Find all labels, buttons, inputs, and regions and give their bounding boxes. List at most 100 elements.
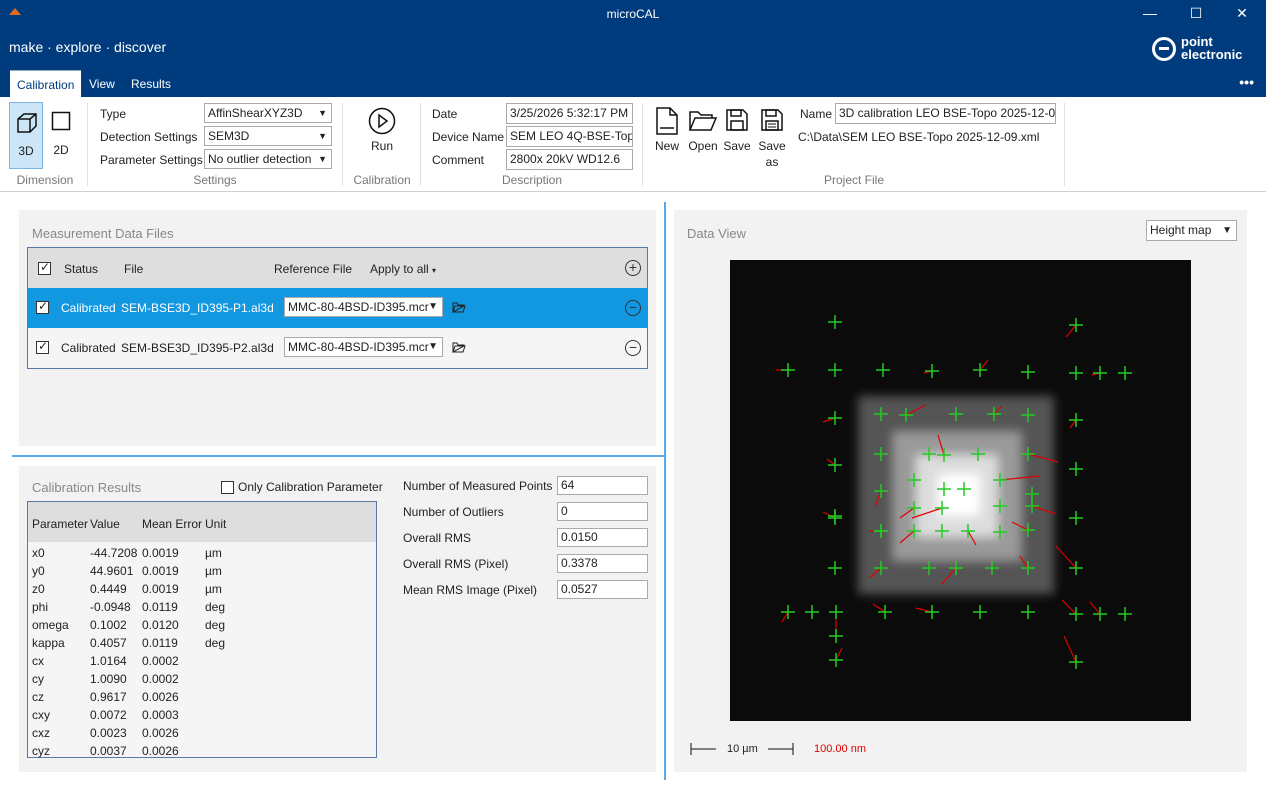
apply-to-all-button[interactable]: Apply to all ▾ bbox=[370, 262, 436, 276]
detection-settings-select[interactable]: SEM3D ▼ bbox=[204, 126, 332, 146]
type-value: AffinShearXYZ3D bbox=[208, 106, 303, 120]
remove-file-icon[interactable]: − bbox=[625, 340, 641, 356]
project-name-field[interactable]: 3D calibration LEO BSE-Topo 2025-12-09 bbox=[835, 103, 1056, 124]
close-button[interactable]: ✕ bbox=[1227, 4, 1257, 24]
project-file-group-caption: Project File bbox=[823, 173, 885, 187]
chevron-down-icon: ▼ bbox=[428, 341, 438, 352]
new-project-button[interactable]: New bbox=[652, 105, 682, 155]
row-checkbox[interactable] bbox=[36, 339, 49, 354]
save-as-button[interactable]: Save as bbox=[756, 105, 788, 171]
dimension-2d-button[interactable]: 2D bbox=[45, 102, 77, 169]
measurement-files-table: Status File Reference File Apply to all … bbox=[27, 247, 648, 369]
reference-file-value: MMC-80-4BSD-ID395.mcr bbox=[288, 300, 429, 314]
reference-file-select[interactable]: MMC-80-4BSD-ID395.mcr ▼ bbox=[284, 297, 443, 317]
stat-value-field[interactable]: 0.0527 bbox=[557, 580, 648, 599]
param-cell: z0 bbox=[32, 582, 45, 596]
save-label: Save bbox=[723, 139, 751, 153]
stat-value-field[interactable]: 64 bbox=[557, 476, 648, 495]
caret-down-icon: ▾ bbox=[432, 266, 437, 275]
new-label: New bbox=[654, 139, 679, 153]
chevron-down-icon: ▼ bbox=[1222, 225, 1232, 236]
value-cell: 0.0023 bbox=[90, 726, 127, 740]
parameter-settings-select[interactable]: No outlier detection ▼ bbox=[204, 149, 332, 169]
value-cell: -44.7208 bbox=[90, 546, 138, 560]
date-field[interactable]: 3/25/2026 5:32:17 PM bbox=[506, 103, 633, 124]
only-calibration-parameter-checkbox[interactable] bbox=[221, 481, 234, 494]
open-project-button[interactable]: Open bbox=[686, 105, 720, 155]
stat-label: Overall RMS (Pixel) bbox=[403, 557, 509, 571]
param-cell: cy bbox=[32, 672, 44, 686]
table-row: cx 1.0164 0.0002 bbox=[28, 654, 376, 672]
app-tagline: make · explore · discover bbox=[9, 39, 167, 55]
param-cell: cxz bbox=[32, 726, 50, 740]
tab-results[interactable]: Results bbox=[124, 70, 178, 97]
comment-field[interactable]: 2800x 20kV WD12.6 bbox=[506, 149, 633, 170]
add-file-icon[interactable]: + bbox=[625, 260, 641, 276]
ribbon-separator bbox=[1064, 103, 1065, 186]
results-table: Parameter Value Mean Error Unit x0 -44.72… bbox=[27, 501, 377, 758]
vertical-splitter[interactable] bbox=[664, 202, 666, 780]
device-name-field[interactable]: SEM LEO 4Q-BSE-Topo bbox=[506, 126, 633, 147]
stat-value-field[interactable]: 0.3378 bbox=[557, 554, 648, 573]
row-status: Calibrated bbox=[61, 341, 116, 355]
browse-folder-icon[interactable] bbox=[452, 302, 466, 313]
open-label: Open bbox=[688, 139, 718, 153]
browse-folder-icon[interactable] bbox=[452, 342, 466, 353]
save-project-button[interactable]: Save bbox=[722, 105, 752, 155]
column-status: Status bbox=[64, 262, 99, 276]
tab-calibration[interactable]: Calibration bbox=[10, 70, 82, 97]
dimension-group-caption: Dimension bbox=[16, 173, 74, 187]
row-file: SEM-BSE3D_ID395-P1.al3d bbox=[121, 301, 274, 315]
type-select[interactable]: AffinShearXYZ3D ▼ bbox=[204, 103, 332, 123]
stat-value-field[interactable]: 0.0150 bbox=[557, 528, 648, 547]
remove-file-icon[interactable]: − bbox=[625, 300, 641, 316]
height-map-view[interactable] bbox=[730, 260, 1191, 721]
table-row[interactable]: Calibrated SEM-BSE3D_ID395-P2.al3d MMC-8… bbox=[28, 328, 647, 368]
table-row[interactable]: Calibrated SEM-BSE3D_ID395-P1.al3d MMC-8… bbox=[28, 288, 647, 328]
minimize-button[interactable]: — bbox=[1135, 4, 1165, 24]
calibration-results-title: Calibration Results bbox=[32, 480, 142, 495]
run-button[interactable]: Run bbox=[360, 105, 404, 165]
apply-to-all-label: Apply to all bbox=[370, 262, 429, 276]
chevron-down-icon: ▼ bbox=[318, 131, 327, 141]
maximize-button[interactable]: ☐ bbox=[1181, 4, 1211, 24]
mean-error-cell: 0.0019 bbox=[142, 546, 179, 560]
param-cell: cz bbox=[32, 690, 44, 704]
mean-error-cell: 0.0026 bbox=[142, 690, 179, 704]
settings-group-caption: Settings bbox=[193, 173, 237, 187]
row-file: SEM-BSE3D_ID395-P2.al3d bbox=[121, 341, 274, 355]
more-options-icon[interactable]: ••• bbox=[1239, 74, 1254, 90]
mean-error-cell: 0.0120 bbox=[142, 618, 179, 632]
param-cell: x0 bbox=[32, 546, 45, 560]
logo-icon bbox=[1152, 37, 1176, 61]
column-mean-error: Mean Error bbox=[142, 517, 203, 531]
select-all-checkbox[interactable] bbox=[38, 260, 51, 275]
table-row: y0 44.9601 0.0019 µm bbox=[28, 564, 376, 582]
new-file-icon bbox=[656, 107, 678, 135]
dimension-3d-button[interactable]: 3D bbox=[9, 102, 43, 169]
column-reference-file: Reference File bbox=[274, 262, 353, 276]
stat-label: Number of Outliers bbox=[403, 505, 504, 519]
value-cell: 0.4057 bbox=[90, 636, 127, 650]
chevron-down-icon: ▼ bbox=[428, 301, 438, 312]
horizontal-splitter[interactable] bbox=[12, 455, 664, 457]
param-cell: omega bbox=[32, 618, 69, 632]
chevron-down-icon: ▼ bbox=[318, 108, 327, 118]
type-label: Type bbox=[100, 107, 127, 121]
company-logo: point electronic bbox=[1152, 34, 1262, 66]
reference-file-select[interactable]: MMC-80-4BSD-ID395.mcr ▼ bbox=[284, 337, 443, 357]
comment-label: Comment bbox=[432, 153, 485, 167]
table-row: cxy 0.0072 0.0003 bbox=[28, 708, 376, 726]
scale-bar-label: 10 µm bbox=[727, 743, 758, 755]
square-icon bbox=[51, 111, 71, 131]
stat-value-field[interactable]: 0 bbox=[557, 502, 648, 521]
table-header: Status File Reference File Apply to all … bbox=[28, 248, 647, 288]
param-cell: phi bbox=[32, 600, 49, 614]
row-checkbox[interactable] bbox=[36, 299, 49, 314]
tab-view[interactable]: View bbox=[82, 70, 122, 97]
view-mode-select[interactable]: Height map ▼ bbox=[1146, 220, 1237, 241]
value-cell: 44.9601 bbox=[90, 564, 134, 578]
value-cell: 0.0037 bbox=[90, 744, 127, 758]
column-file: File bbox=[124, 262, 144, 276]
column-value: Value bbox=[90, 517, 120, 531]
